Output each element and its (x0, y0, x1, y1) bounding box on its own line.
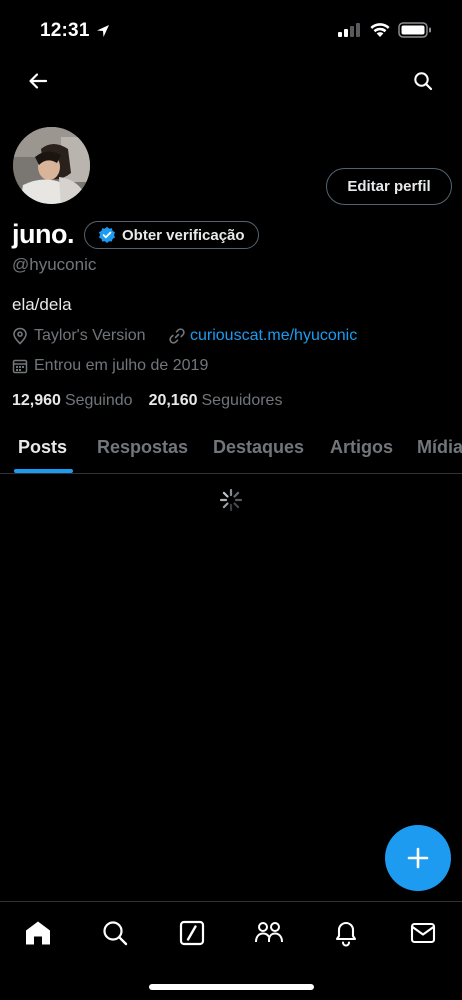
envelope-icon (410, 922, 436, 944)
search-icon (414, 72, 433, 91)
follow-stats: 12,960 Seguindo 20,160 Seguidores (12, 392, 282, 410)
cellular-signal-icon (338, 23, 360, 37)
link-icon (169, 328, 185, 344)
tab-highlights[interactable]: Destaques (213, 437, 304, 458)
loading-spinner-icon (219, 488, 243, 512)
nav-search[interactable] (95, 916, 135, 950)
location-pin-icon (13, 327, 27, 345)
link-text[interactable]: curiouscat.me/hyuconic (190, 327, 357, 345)
arrow-left-icon (29, 73, 48, 89)
avatar[interactable] (11, 125, 92, 206)
search-button[interactable] (405, 63, 441, 99)
verified-badge-icon (99, 226, 115, 243)
followers-link[interactable]: 20,160 Seguidores (149, 392, 283, 410)
tab-articles[interactable]: Artigos (330, 437, 393, 458)
back-button[interactable] (20, 63, 56, 99)
display-name: juno. (12, 219, 74, 249)
nav-communities[interactable] (249, 916, 289, 950)
profile-link[interactable]: curiouscat.me/hyuconic (168, 327, 357, 345)
compose-button[interactable] (385, 825, 451, 891)
home-icon (26, 921, 50, 945)
get-verified-label: Obter verificação (122, 226, 245, 244)
nav-notifications[interactable] (326, 916, 366, 950)
active-tab-indicator (14, 469, 73, 473)
nav-home[interactable] (18, 916, 58, 950)
tab-posts[interactable]: Posts (18, 437, 67, 458)
tab-media[interactable]: Mídia (417, 437, 462, 458)
following-link[interactable]: 12,960 Seguindo (12, 392, 133, 410)
nav-messages[interactable] (403, 916, 443, 950)
calendar-icon (12, 359, 28, 374)
tab-replies[interactable]: Respostas (97, 437, 188, 458)
profile-joined: Entrou em julho de 2019 (12, 357, 208, 375)
status-bar: 12:31 (0, 0, 462, 60)
location-arrow-icon (97, 25, 109, 37)
battery-icon (398, 22, 431, 38)
grok-icon (179, 920, 205, 946)
profile-tabs: Posts Respostas Destaques Artigos Mídia (0, 425, 462, 474)
joined-text: Entrou em julho de 2019 (34, 357, 209, 374)
profile-bio: ela/dela (12, 295, 72, 314)
status-time: 12:31 (40, 20, 90, 41)
avatar-photo (13, 127, 90, 204)
profile-handle: @hyuconic (12, 255, 97, 274)
profile-location: Taylor's Version (12, 327, 146, 345)
edit-profile-button[interactable]: Editar perfil (326, 168, 452, 205)
bell-icon (335, 921, 357, 947)
followers-count: 20,160 (148, 392, 198, 409)
location-text: Taylor's Version (34, 327, 146, 344)
get-verified-button[interactable]: Obter verificação (84, 221, 259, 249)
home-indicator[interactable] (149, 984, 314, 990)
followers-label: Seguidores (201, 392, 283, 409)
nav-grok[interactable] (172, 916, 212, 950)
wifi-icon (370, 23, 390, 37)
search-icon (103, 921, 128, 946)
plus-icon (407, 847, 429, 869)
following-count: 12,960 (12, 392, 61, 409)
communities-icon (255, 922, 283, 943)
following-label: Seguindo (64, 392, 133, 409)
